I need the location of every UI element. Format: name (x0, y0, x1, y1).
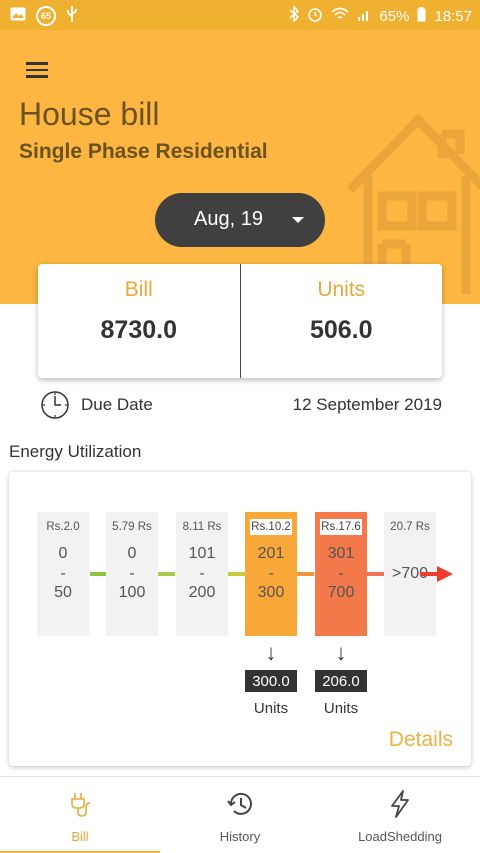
slab-to: 200 (188, 584, 216, 601)
slab-connector (158, 572, 175, 576)
slab-range: 301 - 700 (315, 544, 367, 603)
overflow-arrow-line (420, 572, 438, 576)
slab-sep: - (60, 564, 66, 582)
bill-summary-card: Bill 8730.0 Units 506.0 (38, 264, 442, 378)
nav-label: LoadShedding (358, 829, 442, 844)
nav-history[interactable]: History (160, 777, 320, 853)
nav-label: Bill (71, 829, 89, 844)
arrow-down-icon: ↓ (265, 640, 277, 665)
tariff-slab-active: Rs.17.6 301 - 700 (315, 512, 367, 636)
consumed-units-label: Units (323, 700, 359, 717)
wifi-icon (331, 7, 349, 25)
slab-from: 301 (327, 545, 355, 562)
slab-connector (297, 572, 314, 576)
history-icon (160, 789, 320, 819)
slab-from: 101 (188, 545, 216, 562)
battery-level: 65% (379, 7, 410, 25)
units-label: Units (317, 278, 366, 301)
consumed-units-value: 206.0 (315, 670, 367, 692)
month-label: Aug, 19 (194, 208, 263, 230)
slab-sep: - (129, 564, 135, 582)
arrow-down-icon: ↓ (335, 640, 347, 665)
details-link[interactable]: Details (389, 728, 453, 752)
slab-sep: - (199, 564, 205, 582)
status-bar: 65 65% 18:57 (0, 0, 480, 30)
slab-range: 0 - 100 (106, 544, 158, 603)
energy-utilization-card: Rs.2.0 0 - 50 5.79 Rs 0 - 100 8.11 Rs 10… (9, 472, 471, 766)
slab-to: 700 (327, 584, 355, 601)
usb-icon (66, 6, 78, 26)
slab-sep: - (338, 564, 344, 582)
alarm-icon (307, 6, 323, 26)
tariff-slab: 8.11 Rs 101 - 200 (176, 512, 228, 636)
slab-from: 0 (58, 545, 68, 562)
slab-connector (228, 572, 245, 576)
bill-label: Bill (124, 278, 153, 301)
slab-to: 300 (257, 584, 285, 601)
bill-value: 8730.0 (100, 316, 177, 344)
consumed-units-value: 300.0 (245, 670, 297, 692)
bottom-navigation: Bill History LoadShedding (0, 776, 480, 853)
slab-range: 201 - 300 (245, 544, 297, 603)
nav-label: History (219, 829, 261, 844)
slab-from: 201 (257, 545, 285, 562)
slab-connector (367, 572, 384, 576)
page-title: House bill (19, 96, 160, 132)
chevron-down-icon (292, 217, 304, 223)
slab-rate: Rs.2.0 (46, 521, 80, 533)
consumed-units-label: Units (253, 700, 289, 717)
slab-rate: 20.7 Rs (390, 521, 430, 533)
hamburger-menu-icon[interactable] (26, 58, 56, 82)
tariff-slab: 5.79 Rs 0 - 100 (106, 512, 158, 636)
signal-icon (357, 7, 371, 25)
arrow-right-icon (437, 566, 453, 582)
slab-connector (90, 572, 106, 576)
tariff-slab: Rs.2.0 0 - 50 (37, 512, 89, 636)
due-date-row: Due Date 12 September 2019 (40, 390, 442, 420)
slab-to: 100 (118, 584, 146, 601)
slab-range: 0 - 50 (37, 544, 89, 603)
nav-loadshedding[interactable]: LoadShedding (320, 777, 480, 853)
slab-rate: 5.79 Rs (112, 521, 152, 533)
month-selector[interactable]: Aug, 19 (155, 193, 325, 247)
clock-icon (41, 391, 69, 419)
units-value: 506.0 (309, 316, 373, 344)
slab-rate: 8.11 Rs (182, 521, 222, 533)
slab-to: 50 (54, 584, 72, 601)
plug-icon (0, 789, 160, 819)
tariff-slab-active: Rs.10.2 201 - 300 (245, 512, 297, 636)
bill-cell: Bill 8730.0 (38, 264, 240, 378)
slab-range: 101 - 200 (176, 544, 228, 603)
due-date-value: 12 September 2019 (292, 395, 442, 414)
header: House bill Single Phase Residential Aug,… (0, 30, 480, 304)
page-subtitle: Single Phase Residential (19, 140, 268, 163)
lightning-icon (320, 789, 480, 819)
image-notification-icon (10, 7, 26, 25)
clock-time: 18:57 (434, 7, 472, 25)
battery-icon (417, 6, 426, 26)
bluetooth-icon (289, 5, 300, 26)
nav-bill[interactable]: Bill (0, 777, 160, 853)
due-date-label: Due Date (81, 395, 153, 414)
slab-rate: Rs.10.2 (250, 519, 292, 535)
slab-from: 0 (127, 545, 137, 562)
notification-badge: 65 (36, 6, 56, 26)
slab-sep: - (268, 564, 274, 582)
energy-section-title: Energy Utilization (9, 442, 142, 461)
slab-rate: Rs.17.6 (320, 519, 362, 535)
units-cell: Units 506.0 (239, 264, 443, 378)
